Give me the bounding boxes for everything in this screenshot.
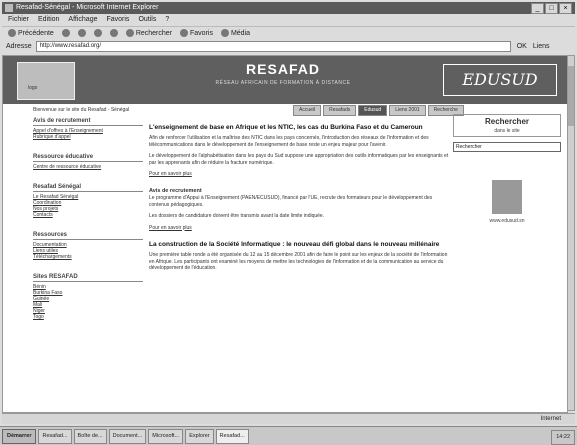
breadcrumb: Bienvenue sur le site du Resafad - Sénég… bbox=[33, 107, 130, 113]
back-label: Précédente bbox=[18, 29, 54, 37]
address-label: Adresse bbox=[6, 43, 32, 50]
address-row: Adresse http://www.resafad.org/ OK Liens bbox=[2, 40, 575, 53]
status-bar: Internet bbox=[2, 413, 575, 424]
read-more-link[interactable]: Pour en savoir plus bbox=[149, 171, 449, 178]
go-button[interactable]: OK bbox=[517, 40, 527, 53]
sidebar-box: Ressource éducative Centre de ressource … bbox=[33, 154, 143, 170]
article-heading: La construction de la Société Informatiq… bbox=[149, 241, 440, 248]
close-button[interactable]: × bbox=[559, 3, 572, 14]
refresh-button[interactable] bbox=[93, 29, 102, 37]
promo-caption[interactable]: www.edusud.sn bbox=[453, 218, 561, 224]
search-subtitle: dans le site bbox=[494, 128, 520, 134]
scroll-thumb[interactable] bbox=[568, 66, 574, 126]
nav-home[interactable]: Accueil bbox=[293, 105, 322, 116]
toolbar: Précédente Rechercher Favoris Média bbox=[2, 26, 575, 39]
zone-indicator: Internet bbox=[540, 416, 561, 422]
sidebar-link[interactable]: Centre de ressource éducative bbox=[33, 164, 143, 170]
nav-links[interactable]: Liens 2001 bbox=[389, 105, 426, 116]
main-content: L'enseignement de base en Afrique et les… bbox=[149, 124, 449, 277]
taskbar-item[interactable]: Explorer bbox=[185, 428, 214, 444]
favorites-button[interactable]: Favoris bbox=[180, 27, 213, 40]
system-tray-clock: 14:22 bbox=[551, 430, 575, 445]
media-label: Média bbox=[230, 29, 251, 37]
stop-icon bbox=[77, 29, 86, 37]
search-box: Rechercher dans le site bbox=[453, 114, 561, 137]
taskbar-item[interactable]: Microsoft... bbox=[148, 428, 184, 444]
media-icon bbox=[220, 29, 229, 37]
start-button[interactable]: Démarrer bbox=[2, 428, 37, 444]
banner-title: RESAFAD bbox=[246, 61, 320, 77]
sidebar-box: Avis de recrutement Appel d'offres à l'E… bbox=[33, 118, 143, 140]
menu-help[interactable]: ? bbox=[165, 15, 169, 25]
links-button[interactable]: Liens bbox=[533, 40, 550, 53]
search-icon bbox=[125, 29, 134, 37]
refresh-icon bbox=[93, 29, 102, 37]
sidebar-link[interactable]: Togo bbox=[33, 314, 143, 320]
edusud-logo[interactable]: EDUSUD bbox=[443, 64, 557, 96]
back-button[interactable]: Précédente bbox=[8, 27, 54, 40]
article-heading: L'enseignement de base en Afrique et les… bbox=[149, 124, 423, 131]
address-field[interactable]: http://www.resafad.org/ bbox=[35, 41, 511, 52]
article-paragraph: Le développement de l'alphabétisation da… bbox=[149, 153, 449, 166]
site-banner: logo RESAFAD RÉSEAU AFRICAIN DE FORMATIO… bbox=[3, 56, 567, 104]
star-icon bbox=[180, 29, 188, 37]
sidebar-link[interactable]: Contacts bbox=[33, 212, 143, 218]
window-title: Resafad-Sénégal - Microsoft Internet Exp… bbox=[16, 4, 159, 11]
sidebar-heading: Ressources bbox=[33, 232, 143, 240]
menu-favorites[interactable]: Favoris bbox=[106, 15, 129, 25]
media-button[interactable]: Média bbox=[220, 27, 251, 40]
sidebar-link[interactable]: Téléchargements bbox=[33, 254, 143, 260]
search-label: Rechercher bbox=[135, 29, 172, 37]
article-paragraph: Les dossiers de candidature doivent être… bbox=[149, 213, 325, 219]
menu-file[interactable]: Fichier bbox=[8, 15, 29, 25]
read-more-link[interactable]: Pour en savoir plus bbox=[149, 225, 449, 232]
stop-button[interactable] bbox=[77, 29, 86, 37]
home-icon bbox=[109, 29, 118, 37]
left-sidebar: Avis de recrutement Appel d'offres à l'E… bbox=[33, 118, 143, 334]
search-input[interactable]: Rechercher bbox=[453, 142, 561, 152]
sidebar-heading: Avis de recrutement bbox=[33, 118, 143, 126]
section-heading: Avis de recrutement bbox=[149, 187, 202, 194]
menu-edit[interactable]: Edition bbox=[38, 15, 59, 25]
taskbar-item[interactable]: Resafad... bbox=[215, 428, 249, 444]
ie-icon bbox=[5, 4, 13, 12]
menu-tools[interactable]: Outils bbox=[138, 15, 156, 25]
site-nav: Accueil Resafads Edusud Liens 2001 Reche… bbox=[293, 105, 464, 116]
page-viewport: logo RESAFAD RÉSEAU AFRICAIN DE FORMATIO… bbox=[2, 55, 568, 413]
resafad-logo: logo bbox=[17, 62, 75, 100]
article-paragraph: Une première table ronde a été organisée… bbox=[149, 252, 448, 271]
taskbar-item[interactable]: Boîte de... bbox=[73, 428, 107, 444]
sidebar-link[interactable]: Rubrique d'appel bbox=[33, 134, 143, 140]
maximize-button[interactable]: □ bbox=[545, 3, 558, 14]
sidebar-heading: Ressource éducative bbox=[33, 154, 143, 162]
taskbar-item[interactable]: Resafad... bbox=[38, 428, 72, 444]
nav-resafads[interactable]: Resafads bbox=[323, 105, 357, 116]
search-button[interactable]: Rechercher bbox=[125, 27, 172, 40]
menu-view[interactable]: Affichage bbox=[68, 15, 97, 25]
sidebar-heading: Sites RESAFAD bbox=[33, 274, 143, 282]
menu-bar: Fichier Edition Affichage Favoris Outils… bbox=[2, 15, 575, 25]
banner-subtitle: RÉSEAU AFRICAIN DE FORMATION À DISTANCE bbox=[215, 80, 351, 86]
right-column: Rechercher dans le site Rechercher www.e… bbox=[453, 114, 561, 224]
article-paragraph: Le programme d'Appui à l'Enseignement (P… bbox=[149, 195, 433, 208]
article-paragraph: Afin de renforcer l'utilisation et la ma… bbox=[149, 135, 429, 148]
taskbar-item[interactable]: Document... bbox=[108, 428, 147, 444]
sidebar-heading: Resafad Sénégal bbox=[33, 184, 143, 192]
forward-icon bbox=[61, 29, 70, 37]
minimize-button[interactable]: _ bbox=[531, 3, 544, 14]
sidebar-box: Resafad Sénégal Le Resafad Sénégal Coord… bbox=[33, 184, 143, 218]
nav-edusud[interactable]: Edusud bbox=[358, 105, 388, 116]
promo-image[interactable] bbox=[492, 180, 522, 214]
sidebar-box: Sites RESAFAD Bénin Burkina Faso Guinée … bbox=[33, 274, 143, 320]
forward-button[interactable] bbox=[61, 29, 70, 37]
favorites-label: Favoris bbox=[190, 29, 213, 37]
taskbar: Démarrer Resafad... Boîte de... Document… bbox=[0, 426, 577, 445]
sidebar-box: Ressources Documentation Liens utiles Té… bbox=[33, 232, 143, 260]
home-button[interactable] bbox=[109, 29, 118, 37]
search-title: Rechercher bbox=[484, 117, 530, 126]
back-icon bbox=[8, 29, 16, 37]
browser-window: Resafad-Sénégal - Microsoft Internet Exp… bbox=[0, 0, 577, 445]
title-bar[interactable]: Resafad-Sénégal - Microsoft Internet Exp… bbox=[2, 2, 575, 14]
vertical-scrollbar[interactable] bbox=[567, 55, 575, 411]
